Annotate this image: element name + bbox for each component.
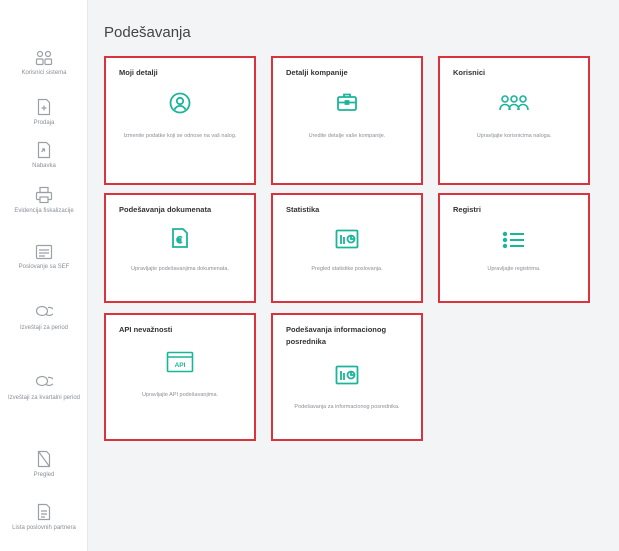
card-my-details[interactable]: Moji detalji Izmenite podatke koji se od… bbox=[104, 56, 256, 185]
sidebar-item-label: Prodaja bbox=[33, 120, 55, 126]
invoice-icon bbox=[35, 244, 53, 260]
document-arrow-icon bbox=[37, 141, 51, 159]
card-info-intermediary[interactable]: Podešavanja informacionog posrednika Pod… bbox=[271, 313, 423, 441]
sidebar-item-reports-quarter[interactable]: Izveštaji za kvartalni period bbox=[0, 375, 88, 402]
sidebar-item-label: Lista poslovnih partnera bbox=[12, 525, 76, 531]
card-title: Podešavanja informacionog posrednika bbox=[286, 325, 387, 346]
card-title: Moji detalji bbox=[119, 68, 158, 77]
card-description: Uredite detalje vaše kompanije. bbox=[308, 133, 386, 139]
document-slash-icon bbox=[37, 450, 51, 468]
sidebar-item-sales[interactable]: Prodaja bbox=[0, 98, 88, 127]
card-title: API nevažnosti bbox=[119, 325, 173, 334]
card-description: Podešavanja za informacionog posrednika. bbox=[294, 404, 400, 410]
sidebar-item-users[interactable]: Korisnici sistema bbox=[0, 50, 88, 77]
card-title: Korisnici bbox=[453, 68, 486, 77]
card-description: Izmenite podatke koji se odnose na vaš n… bbox=[123, 133, 237, 139]
svg-text:API: API bbox=[175, 362, 186, 369]
main-content: Podešavanja Moji detalji Izmenite podatk… bbox=[88, 0, 619, 551]
sidebar-item-label: Evidencija fiskalizacije bbox=[14, 208, 74, 214]
sidebar-item-label: Korisnici sistema bbox=[21, 70, 67, 76]
sidebar-item-label: Izveštaji za kvartalni period bbox=[7, 395, 81, 401]
card-title: Statistika bbox=[286, 205, 320, 214]
sidebar-item-reports-period[interactable]: Izveštaji za period bbox=[0, 305, 88, 332]
sidebar-item-partners[interactable]: Lista poslovnih partnera bbox=[0, 503, 88, 532]
card-statistics[interactable]: Statistika Pregled statistike poslovanja… bbox=[271, 193, 423, 303]
sidebar: Korisnici sistema Prodaja Nabavka Eviden… bbox=[0, 0, 88, 551]
card-description: Upravljajte podešavanjima dokumenata. bbox=[131, 266, 229, 272]
card-description: Upravljajte korisnicima naloga. bbox=[476, 133, 552, 139]
document-list-icon bbox=[37, 503, 51, 521]
sidebar-item-fiscal[interactable]: Evidencija fiskalizacije bbox=[0, 186, 88, 215]
card-document-settings[interactable]: Podešavanja dokumenata Upravljajte podeš… bbox=[104, 193, 256, 303]
card-title: Podešavanja dokumenata bbox=[119, 205, 212, 214]
list-icon bbox=[502, 231, 524, 249]
sidebar-item-label: Poslovanje sa SEF bbox=[18, 264, 70, 270]
card-description: Upravljajte registrima. bbox=[487, 266, 541, 272]
card-users[interactable]: Korisnici Upravljajte korisnicima naloga… bbox=[438, 56, 590, 185]
page-title: Podešavanja bbox=[104, 24, 191, 41]
api-window-icon: API bbox=[166, 351, 194, 373]
chat-bubbles-icon bbox=[35, 305, 53, 317]
document-euro-icon bbox=[172, 228, 188, 248]
card-company-details[interactable]: Detalji kompanije Uredite detalje vaše k… bbox=[271, 56, 423, 185]
card-title: Registri bbox=[453, 205, 481, 214]
users-icon bbox=[35, 50, 53, 66]
sidebar-item-label: Pregled bbox=[33, 472, 55, 478]
chat-bubbles-icon bbox=[35, 375, 53, 387]
card-title: Detalji kompanije bbox=[286, 68, 348, 77]
sidebar-item-sef[interactable]: Poslovanje sa SEF bbox=[0, 244, 88, 271]
briefcase-icon bbox=[337, 93, 357, 111]
sidebar-item-label: Izveštaji za period bbox=[19, 325, 69, 331]
sidebar-item-purchases[interactable]: Nabavka bbox=[0, 141, 88, 170]
card-api[interactable]: API nevažnosti API Upravljajte API podeš… bbox=[104, 313, 256, 441]
users-group-icon bbox=[499, 95, 529, 111]
printer-icon bbox=[35, 186, 53, 204]
chart-window-icon bbox=[335, 365, 359, 385]
sidebar-item-overview[interactable]: Pregled bbox=[0, 450, 88, 479]
user-circle-icon bbox=[169, 92, 191, 114]
document-plus-icon bbox=[37, 98, 51, 116]
card-description: Pregled statistike poslovanja. bbox=[311, 266, 383, 272]
card-description: Upravljajte API podešavanjima. bbox=[141, 392, 219, 398]
sidebar-item-label: Nabavka bbox=[32, 163, 56, 169]
chart-window-icon bbox=[335, 229, 359, 249]
card-registers[interactable]: Registri Upravljajte registrima. bbox=[438, 193, 590, 303]
